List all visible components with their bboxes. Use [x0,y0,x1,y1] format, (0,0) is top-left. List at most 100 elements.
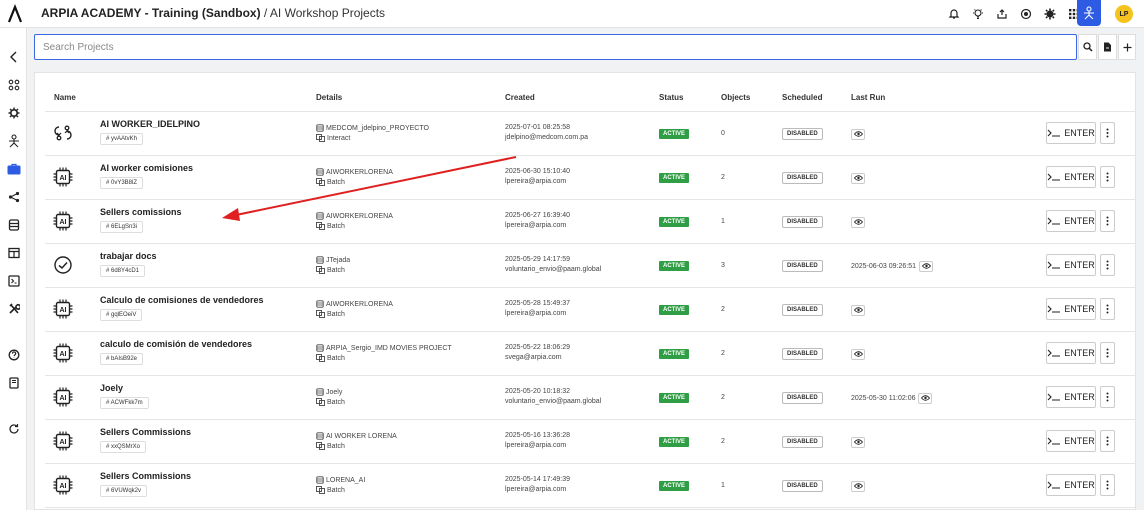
row-menu-button[interactable] [1100,122,1115,144]
enter-button[interactable]: ENTER [1046,298,1096,320]
header-details[interactable]: Details [316,93,342,102]
project-code-badge[interactable]: # 6VUWqk2v [100,485,148,497]
project-name[interactable]: Sellers Commissions [100,471,191,481]
scheduled-badge[interactable]: DISABLED [782,260,823,272]
arpia-logo-icon[interactable] [8,4,22,24]
view-log-button[interactable] [851,128,865,140]
view-log-button[interactable] [851,436,865,448]
project-code-badge[interactable]: # yvAAtvKh [100,133,144,145]
row-menu-button[interactable] [1100,210,1115,232]
project-code-badge[interactable]: # 6d8Y4cD1 [100,265,146,277]
table-row[interactable]: AI Sellers Commissions # 6VUWqk2v LORENA_AI… [35,464,1135,508]
tools-icon[interactable] [4,299,24,319]
row-menu-button[interactable] [1100,430,1115,452]
row-menu-button[interactable] [1100,254,1115,276]
table-icon[interactable] [4,243,24,263]
enter-button[interactable]: ENTER [1046,122,1096,144]
add-project-button[interactable] [1118,34,1136,60]
header-objects[interactable]: Objects [721,93,750,102]
book-icon[interactable] [4,373,24,393]
project-name[interactable]: Sellers Commissions [100,427,191,437]
enter-button[interactable]: ENTER [1046,430,1096,452]
project-name[interactable]: AI worker comisiones [100,163,193,173]
project-name[interactable]: Joely [100,383,123,393]
search-button[interactable] [1078,34,1097,60]
project-code-badge[interactable]: # xxQSMrXo [100,441,147,453]
table-row[interactable]: AI WORKER_IDELPINO # yvAAtvKh MEDCOM_jdelp… [35,112,1135,156]
project-code-badge[interactable]: # ACWFkk7m [100,397,149,409]
header-name[interactable]: Name [54,93,76,102]
share-icon[interactable] [990,4,1014,24]
detail-repository-label: AIWORKERLORENA [326,168,393,176]
scheduled-badge[interactable]: DISABLED [782,348,823,360]
view-log-button[interactable] [918,392,933,404]
row-menu-button[interactable] [1100,298,1115,320]
enter-button[interactable]: ENTER [1046,166,1096,188]
view-log-button[interactable] [851,348,865,360]
connections-icon[interactable] [4,187,24,207]
project-code-badge[interactable]: # 0vY3B8lZ [100,177,144,189]
collapse-chevron-icon[interactable] [4,47,24,67]
enter-button[interactable]: ENTER [1046,210,1096,232]
projects-briefcase-icon[interactable] [4,159,24,179]
header-created[interactable]: Created [505,93,535,102]
enter-button[interactable]: ENTER [1046,474,1096,496]
ai-user-button[interactable] [1077,0,1101,26]
project-code-badge[interactable]: # 6ELgSn3i [100,221,144,233]
bell-icon[interactable] [942,4,966,24]
scheduled-badge[interactable]: DISABLED [782,392,823,404]
header-scheduled[interactable]: Scheduled [782,93,822,102]
detail-repository-label: MEDCOM_jdelpino_PROYECTO [326,124,429,132]
row-menu-button[interactable] [1100,166,1115,188]
project-code-badge[interactable]: # bAIsB92e [100,353,144,365]
view-log-button[interactable] [851,480,865,492]
project-name[interactable]: AI WORKER_IDELPINO [100,119,200,129]
enter-button[interactable]: ENTER [1046,386,1096,408]
scheduled-badge[interactable]: DISABLED [782,128,823,140]
scheduled-badge[interactable]: DISABLED [782,304,823,316]
help-circle-icon[interactable] [4,345,24,365]
database-icon [316,124,324,132]
row-menu-button[interactable] [1100,474,1115,496]
support-icon[interactable] [1014,4,1038,24]
gear-icon[interactable] [4,103,24,123]
table-row[interactable]: AI AI worker comisiones # 0vY3B8lZ AIWORKER… [35,156,1135,200]
bulb-icon[interactable] [966,4,990,24]
search-input[interactable] [35,35,1076,59]
settings-icon[interactable] [1038,4,1062,24]
database-icon[interactable] [4,215,24,235]
enter-button[interactable]: ENTER [1046,254,1096,276]
row-menu-button[interactable] [1100,386,1115,408]
table-row[interactable]: AI calculo de comisión de vendedores # bAI… [35,332,1135,376]
table-row[interactable]: trabajar docs # 6d8Y4cD1 JTejada Batch 2025-… [35,244,1135,288]
view-log-button[interactable] [851,304,865,316]
refresh-icon[interactable] [4,419,24,439]
new-document-button[interactable] [1098,34,1117,60]
project-code-badge[interactable]: # gqlEOeiV [100,309,143,321]
enter-label: ENTER [1064,436,1095,446]
project-name[interactable]: calculo de comisión de vendedores [100,339,252,349]
table-row[interactable]: AI Joely # ACWFkk7m Joely Batch 2025-05-20 10… [35,376,1135,420]
enter-button[interactable]: ENTER [1046,342,1096,364]
table-row[interactable]: AI Calculo de comisiones de vendedores # g… [35,288,1135,332]
header-status[interactable]: Status [659,93,683,102]
ai-agent-icon[interactable] [4,131,24,151]
scheduled-badge[interactable]: DISABLED [782,172,823,184]
view-log-button[interactable] [851,172,865,184]
breadcrumb-org[interactable]: ARPIA ACADEMY - Training (Sandbox) [41,6,261,20]
row-menu-button[interactable] [1100,342,1115,364]
project-name[interactable]: Calculo de comisiones de vendedores [100,295,264,305]
header-last-run[interactable]: Last Run [851,93,885,102]
project-name[interactable]: trabajar docs [100,251,157,261]
scheduled-badge[interactable]: DISABLED [782,216,823,228]
table-row[interactable]: AI Sellers comissions # 6ELgSn3i AIWORKERLO… [35,200,1135,244]
avatar[interactable]: LP [1115,5,1133,23]
terminal-icon[interactable] [4,271,24,291]
view-log-button[interactable] [919,260,933,272]
table-row[interactable]: AI Sellers Commissions # xxQSMrXo AI WORKER… [35,420,1135,464]
view-log-button[interactable] [851,216,865,228]
scheduled-badge[interactable]: DISABLED [782,436,823,448]
dashboard-dots-icon[interactable] [4,75,24,95]
scheduled-badge[interactable]: DISABLED [782,480,823,492]
project-name[interactable]: Sellers comissions [100,207,182,217]
